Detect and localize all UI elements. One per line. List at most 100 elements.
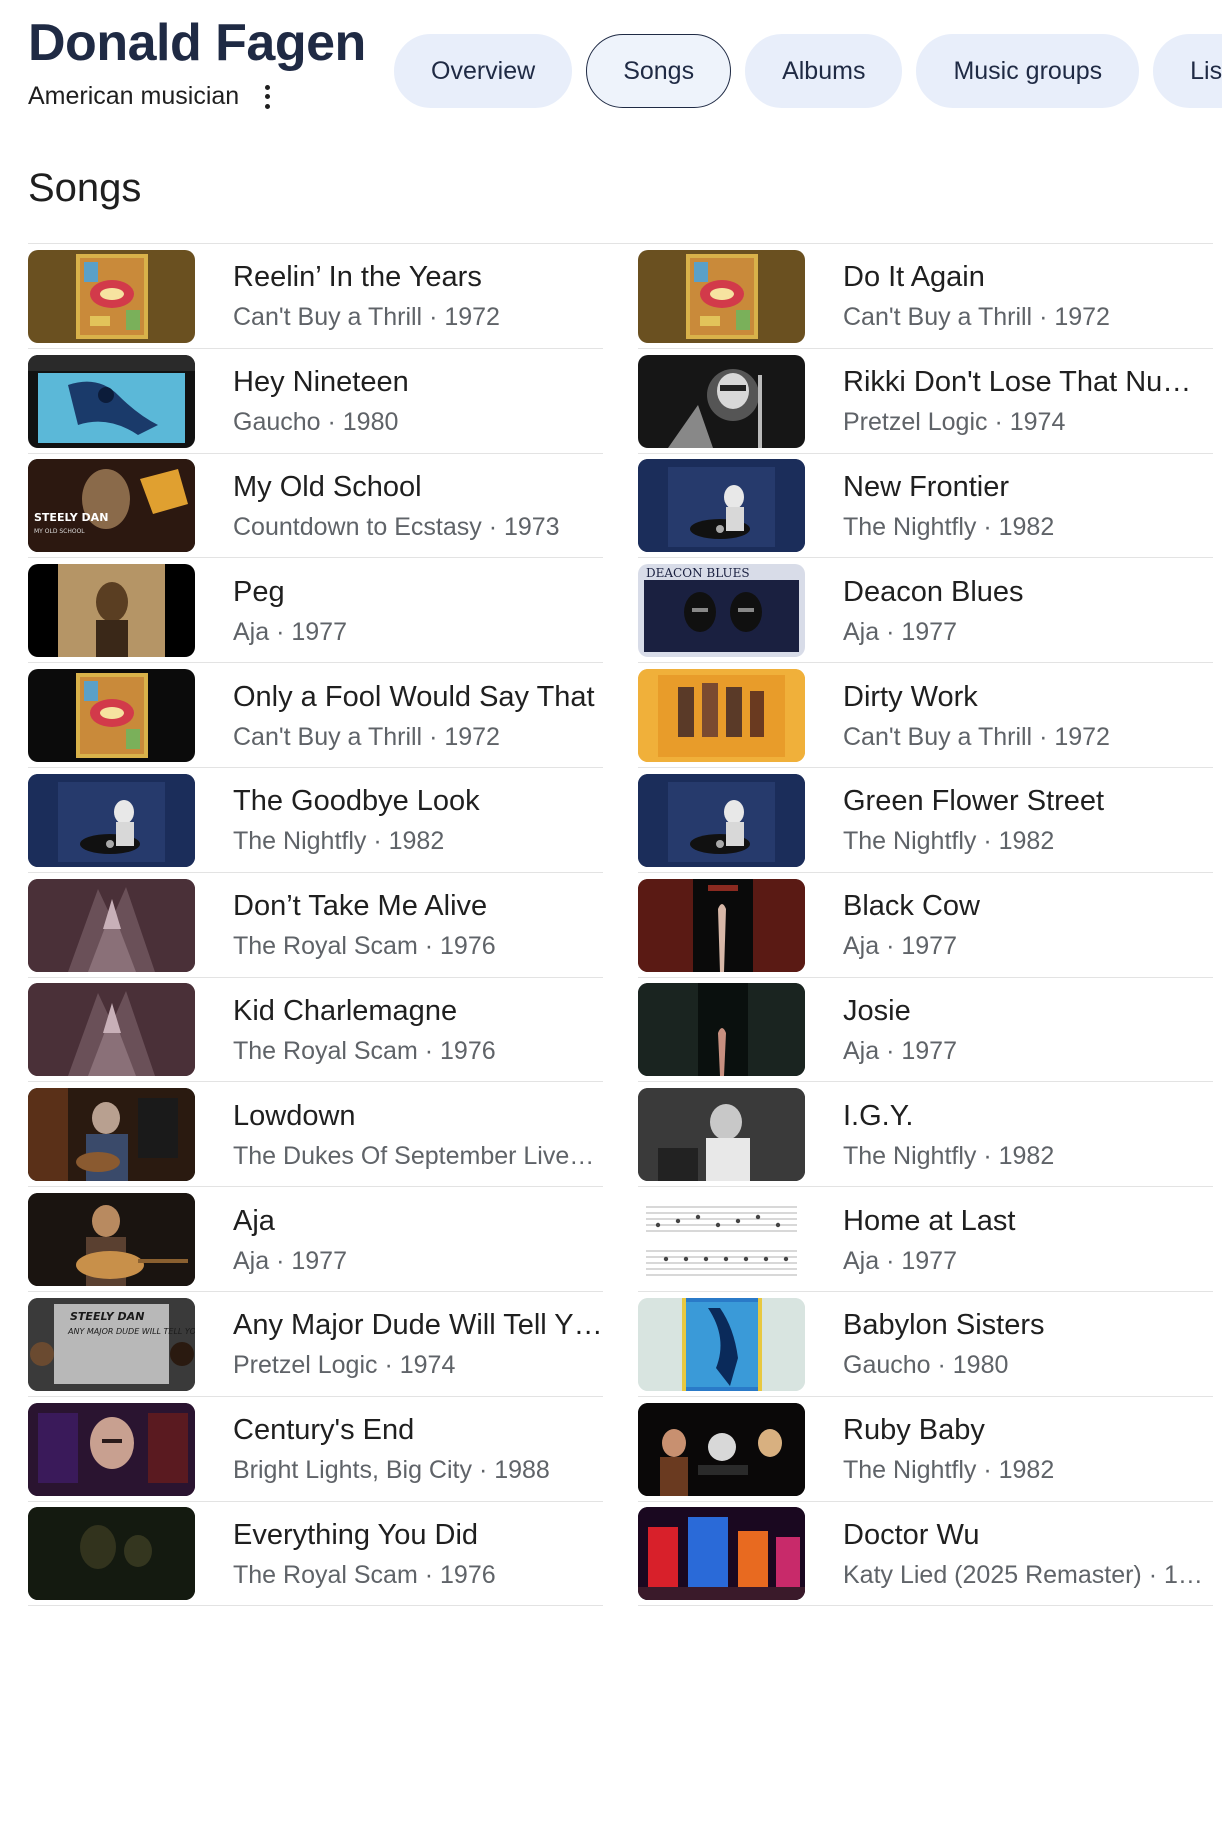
song-album-year: Aja · 1977 [843, 929, 1213, 963]
song-item[interactable]: Hey Nineteen Gaucho · 1980 [28, 349, 603, 454]
song-item[interactable]: Peg Aja · 1977 [28, 558, 603, 664]
song-title: The Goodbye Look [233, 785, 480, 818]
song-album: Gaucho [233, 408, 321, 437]
song-title: Reelin’ In the Years [233, 261, 482, 294]
song-album: Can't Buy a Thrill [843, 303, 1033, 332]
album-artwork [638, 669, 805, 763]
song-item[interactable]: New Frontier The Nightfly · 1982 [638, 454, 1213, 559]
song-album: Aja [843, 1246, 880, 1275]
song-title: Only a Fool Would Say That [233, 680, 595, 713]
song-year: 1980 [342, 408, 399, 437]
song-album-year: Gaucho · 1980 [233, 405, 603, 439]
album-artwork [28, 1193, 195, 1287]
song-meta: Dirty Work Can't Buy a Thrill · 1972 [843, 678, 1213, 754]
song-item[interactable]: STEELY DAN ANY MAJOR DUDE WILL TELL YOU … [28, 1292, 603, 1397]
song-album-year: Gaucho · 1980 [843, 1348, 1213, 1382]
album-artwork [638, 1507, 805, 1601]
album-artwork [28, 1088, 195, 1182]
separator-dot: · [987, 408, 1010, 437]
song-year: 1972 [1054, 303, 1110, 332]
tab-overview[interactable]: Overview [394, 34, 573, 108]
song-item[interactable]: STEELY DAN MY OLD SCHOOL My Old School C… [28, 454, 603, 559]
song-meta: Deacon Blues Aja · 1977 [843, 573, 1213, 649]
song-meta: Green Flower Street The Nightfly · 1982 [843, 782, 1213, 858]
song-year: 1972 [444, 303, 500, 332]
song-album: Can't Buy a Thrill [233, 722, 423, 751]
song-item[interactable]: Everything You Did The Royal Scam · 1976 [28, 1502, 603, 1607]
song-year: 1… [1163, 1560, 1203, 1589]
song-title: Deacon Blues [843, 575, 1024, 608]
song-album: Can't Buy a Thrill [843, 722, 1033, 751]
song-title: Aja [233, 1204, 275, 1237]
song-meta: Babylon Sisters Gaucho · 1980 [843, 1306, 1213, 1382]
song-album: Pretzel Logic [233, 1351, 378, 1380]
song-title: Doctor Wu [843, 1518, 980, 1551]
song-meta: Home at Last Aja · 1977 [843, 1202, 1213, 1278]
song-item[interactable]: Only a Fool Would Say That Can't Buy a T… [28, 663, 603, 768]
song-meta: The Goodbye Look The Nightfly · 1982 [233, 782, 603, 858]
album-artwork [638, 249, 805, 343]
song-album: Pretzel Logic [843, 408, 988, 437]
tab-music-groups[interactable]: Music groups [916, 34, 1140, 108]
song-item[interactable]: I.G.Y. The Nightfly · 1982 [638, 1082, 1213, 1188]
separator-dot: · [417, 1560, 441, 1589]
song-album: Aja [843, 932, 880, 961]
song-album-year: Aja · 1977 [843, 615, 1213, 649]
song-item[interactable]: Babylon Sisters Gaucho · 1980 [638, 1292, 1213, 1397]
song-item[interactable]: Ruby Baby The Nightfly · 1982 [638, 1397, 1213, 1502]
album-artwork [28, 1402, 195, 1496]
song-year: 1972 [444, 722, 500, 751]
song-item[interactable]: Do It Again Can't Buy a Thrill · 1972 [638, 244, 1213, 349]
song-year: 1977 [291, 617, 347, 646]
song-meta: Black Cow Aja · 1977 [843, 887, 1213, 963]
song-item[interactable]: Reelin’ In the Years Can't Buy a Thrill … [28, 244, 603, 349]
song-meta: My Old School Countdown to Ecstasy · 197… [233, 468, 603, 544]
song-item[interactable]: Lowdown The Dukes Of September Live… [28, 1082, 603, 1188]
song-album-year: Bright Lights, Big City · 1988 [233, 1453, 603, 1487]
song-album: Aja [233, 1246, 270, 1275]
song-album: Countdown to Ecstasy [233, 512, 482, 541]
song-title: Don’t Take Me Alive [233, 890, 488, 923]
album-artwork [638, 1297, 805, 1391]
song-item[interactable]: Black Cow Aja · 1977 [638, 873, 1213, 978]
song-item[interactable]: DEACON BLUES Deacon Blues Aja · 1977 [638, 558, 1213, 664]
song-item[interactable]: Rikki Don't Lose That Nu… Pretzel Logic … [638, 349, 1213, 454]
song-item[interactable]: Josie Aja · 1977 [638, 978, 1213, 1083]
song-item[interactable]: Don’t Take Me Alive The Royal Scam · 197… [28, 873, 603, 978]
song-album-year: Pretzel Logic · 1974 [233, 1348, 603, 1382]
vertical-dots-icon[interactable] [263, 84, 271, 109]
song-title: Ruby Baby [843, 1414, 985, 1447]
song-title: Century's End [233, 1414, 415, 1447]
song-item[interactable]: Century's End Bright Lights, Big City · … [28, 1397, 603, 1502]
song-year: 1977 [901, 932, 957, 961]
album-artwork [638, 773, 805, 867]
song-album-year: Pretzel Logic · 1974 [843, 405, 1213, 439]
song-album-year: The Royal Scam · 1976 [233, 929, 603, 963]
song-album: The Nightfly [843, 827, 977, 856]
separator-dot: · [976, 1141, 999, 1170]
song-year: 1977 [901, 1246, 957, 1275]
song-album: The Nightfly [233, 827, 367, 856]
album-artwork: STEELY DAN ANY MAJOR DUDE WILL TELL YOU [28, 1297, 195, 1391]
song-item[interactable]: Home at Last Aja · 1977 [638, 1187, 1213, 1292]
song-item[interactable]: The Goodbye Look The Nightfly · 1982 [28, 768, 603, 873]
song-album-year: Can't Buy a Thrill · 1972 [233, 300, 603, 334]
tab-albums[interactable]: Albums [745, 34, 903, 108]
song-meta: Peg Aja · 1977 [233, 573, 603, 649]
divider [28, 1605, 603, 1607]
song-album-year: Can't Buy a Thrill · 1972 [843, 720, 1213, 754]
song-item[interactable]: Doctor Wu Katy Lied (2025 Remaster) · 1… [638, 1502, 1213, 1607]
song-title: Babylon Sisters [843, 1309, 1045, 1342]
separator-dot: · [481, 512, 504, 541]
album-artwork [638, 1402, 805, 1496]
song-meta: Rikki Don't Lose That Nu… Pretzel Logic … [843, 363, 1213, 439]
song-item[interactable]: Dirty Work Can't Buy a Thrill · 1972 [638, 663, 1213, 768]
song-item[interactable]: Green Flower Street The Nightfly · 1982 [638, 768, 1213, 873]
song-year: 1977 [901, 617, 957, 646]
separator-dot: · [879, 617, 902, 646]
separator-dot: · [422, 303, 445, 332]
tab-lis[interactable]: Lis [1153, 34, 1222, 108]
song-item[interactable]: Kid Charlemagne The Royal Scam · 1976 [28, 978, 603, 1083]
song-item[interactable]: Aja Aja · 1977 [28, 1187, 603, 1292]
tab-songs[interactable]: Songs [586, 34, 732, 108]
